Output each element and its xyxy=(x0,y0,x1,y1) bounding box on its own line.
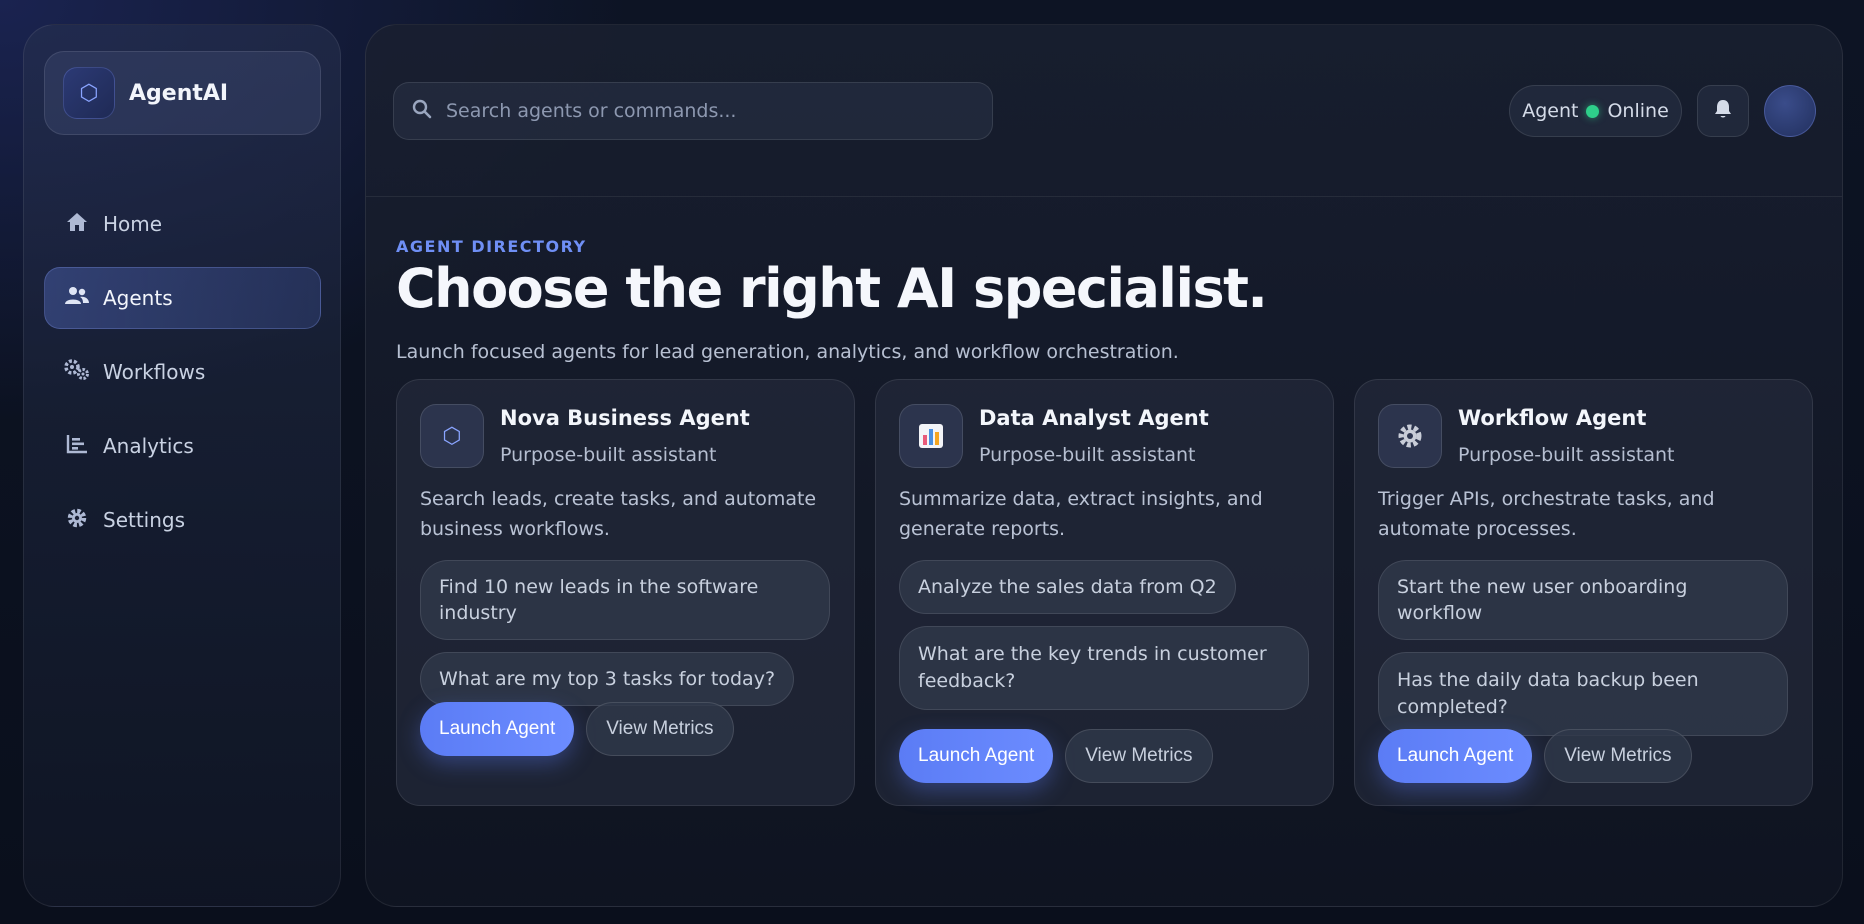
prompt-chip[interactable]: Analyze the sales data from Q2 xyxy=(899,560,1236,614)
view-metrics-button[interactable]: View Metrics xyxy=(586,702,734,756)
page-subtitle: Launch focused agents for lead generatio… xyxy=(396,341,1179,363)
avatar[interactable] xyxy=(1764,85,1816,137)
sidebar-item-label: Workflows xyxy=(103,360,206,384)
search-input[interactable] xyxy=(446,100,966,122)
launch-agent-button[interactable]: Launch Agent xyxy=(899,729,1054,783)
card-tag: Purpose-built assistant xyxy=(500,444,717,466)
agent-card-workflow: Workflow Agent Purpose-built assistant T… xyxy=(1354,379,1813,806)
brand-name: AgentAI xyxy=(129,80,229,106)
agent-card-data-analyst: Data Analyst Agent Purpose-built assista… xyxy=(875,379,1334,806)
card-tag: Purpose-built assistant xyxy=(1458,444,1675,466)
home-icon xyxy=(63,212,91,237)
status-badge: Agent Online xyxy=(1509,85,1682,137)
agent-card-nova: ⬡ Nova Business Agent Purpose-built assi… xyxy=(396,379,855,806)
view-metrics-button[interactable]: View Metrics xyxy=(1065,729,1213,783)
prompt-chip[interactable]: What are the key trends in customer feed… xyxy=(899,626,1309,710)
card-title: Data Analyst Agent xyxy=(979,406,1209,430)
view-metrics-button[interactable]: View Metrics xyxy=(1544,729,1692,783)
gears-icon xyxy=(63,358,91,386)
prompt-chip[interactable]: What are my top 3 tasks for today? xyxy=(420,652,795,706)
prompt-chip[interactable]: Start the new user onboarding workflow xyxy=(1378,560,1788,640)
prompt-chip[interactable]: Find 10 new leads in the software indust… xyxy=(420,560,830,640)
sidebar-item-home[interactable]: Home xyxy=(44,193,321,255)
card-actions: Launch Agent View Metrics xyxy=(899,729,1213,783)
prompt-chips: Find 10 new leads in the software indust… xyxy=(420,560,830,718)
hexagon-icon: ⬡ xyxy=(420,404,484,468)
gear-icon xyxy=(1378,404,1442,468)
launch-agent-button[interactable]: Launch Agent xyxy=(1378,729,1533,783)
main-panel: Agent Online AGENT DIRECTORY Choose the … xyxy=(365,24,1843,907)
search-bar[interactable] xyxy=(393,82,993,140)
bell-icon xyxy=(1714,99,1732,124)
sidebar-item-settings[interactable]: Settings xyxy=(44,489,321,551)
prompt-chips: Analyze the sales data from Q2 What are … xyxy=(899,560,1309,722)
card-title: Workflow Agent xyxy=(1458,406,1647,430)
prompt-chip[interactable]: Has the daily data backup been completed… xyxy=(1378,652,1788,736)
hexagon-icon: ⬡ xyxy=(63,67,115,119)
sidebar-item-workflows[interactable]: Workflows xyxy=(44,341,321,403)
bar-chart-icon xyxy=(899,404,963,468)
page-title: Choose the right AI specialist. xyxy=(396,257,1268,320)
prompt-chips: Start the new user onboarding workflow H… xyxy=(1378,560,1788,748)
section-eyebrow: AGENT DIRECTORY xyxy=(396,237,587,256)
status-dot-icon xyxy=(1586,104,1600,118)
search-icon xyxy=(412,99,432,124)
sidebar-item-label: Settings xyxy=(103,508,186,532)
topbar: Agent Online xyxy=(366,25,1842,197)
gear-icon xyxy=(63,507,91,534)
card-description: Search leads, create tasks, and automate… xyxy=(420,488,817,540)
status-value: Online xyxy=(1607,100,1669,122)
sidebar-item-label: Home xyxy=(103,212,163,236)
sidebar-item-label: Agents xyxy=(103,286,173,310)
sidebar-item-label: Analytics xyxy=(103,434,194,458)
card-description: Summarize data, extract insights, and ge… xyxy=(899,488,1263,540)
agent-cards: ⬡ Nova Business Agent Purpose-built assi… xyxy=(396,379,1813,806)
card-title: Nova Business Agent xyxy=(500,406,750,430)
card-description: Trigger APIs, orchestrate tasks, and aut… xyxy=(1378,488,1715,540)
sidebar-nav: Home Agents Workflows Analytics Settings xyxy=(44,193,321,563)
launch-agent-button[interactable]: Launch Agent xyxy=(420,702,575,756)
brand[interactable]: ⬡ AgentAI xyxy=(44,51,321,135)
card-actions: Launch Agent View Metrics xyxy=(1378,729,1692,783)
sidebar: ⬡ AgentAI Home Agents Workflows Analytic… xyxy=(23,24,341,907)
card-tag: Purpose-built assistant xyxy=(979,444,1196,466)
sidebar-item-analytics[interactable]: Analytics xyxy=(44,415,321,477)
card-actions: Launch Agent View Metrics xyxy=(420,702,734,756)
status-label: Agent xyxy=(1522,100,1579,122)
sidebar-item-agents[interactable]: Agents xyxy=(44,267,321,329)
users-icon xyxy=(63,286,91,311)
notifications-button[interactable] xyxy=(1697,85,1749,137)
chart-icon xyxy=(63,434,91,459)
